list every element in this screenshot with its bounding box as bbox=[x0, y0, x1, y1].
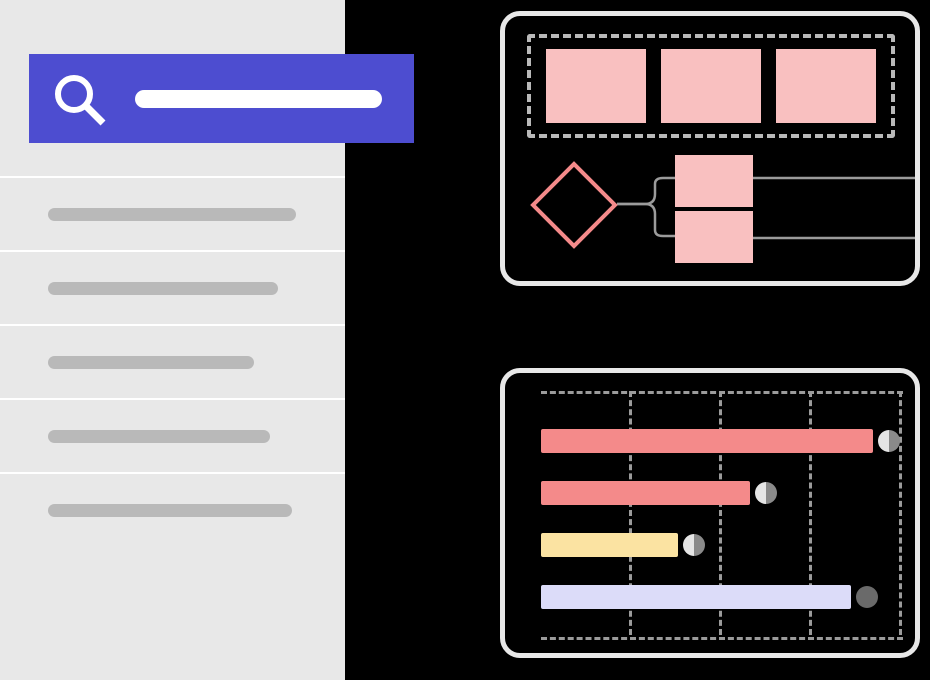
flow-node[interactable] bbox=[546, 49, 646, 123]
list-item-text bbox=[48, 208, 296, 221]
flow-node[interactable] bbox=[661, 49, 761, 123]
gridline-h bbox=[541, 391, 903, 394]
chart-area bbox=[541, 391, 903, 635]
bar[interactable] bbox=[541, 481, 750, 505]
list-item[interactable] bbox=[0, 474, 345, 546]
bar-end-marker bbox=[878, 430, 900, 452]
bar[interactable] bbox=[541, 429, 873, 453]
bar-end-marker bbox=[683, 534, 705, 556]
list-item[interactable] bbox=[0, 326, 345, 398]
list-item-text bbox=[48, 504, 292, 517]
bar-end-marker bbox=[856, 586, 878, 608]
gridline-v bbox=[899, 391, 902, 635]
flowchart-group bbox=[527, 34, 895, 138]
sidebar-list bbox=[0, 176, 345, 546]
gridline-h bbox=[541, 637, 903, 640]
flow-node[interactable] bbox=[675, 211, 753, 263]
list-item[interactable] bbox=[0, 400, 345, 472]
barchart-card bbox=[500, 368, 920, 658]
list-item-text bbox=[48, 356, 254, 369]
flow-node[interactable] bbox=[675, 155, 753, 207]
bar-end-marker bbox=[755, 482, 777, 504]
flow-decision[interactable] bbox=[530, 161, 618, 249]
list-item[interactable] bbox=[0, 252, 345, 324]
search-icon bbox=[51, 71, 107, 127]
list-item-text bbox=[48, 430, 270, 443]
flow-node[interactable] bbox=[776, 49, 876, 123]
search-bar[interactable] bbox=[29, 54, 414, 143]
search-input[interactable] bbox=[135, 90, 382, 108]
flowchart-card bbox=[500, 11, 920, 286]
list-item[interactable] bbox=[0, 178, 345, 250]
list-item-text bbox=[48, 282, 278, 295]
bar[interactable] bbox=[541, 533, 678, 557]
bar[interactable] bbox=[541, 585, 851, 609]
